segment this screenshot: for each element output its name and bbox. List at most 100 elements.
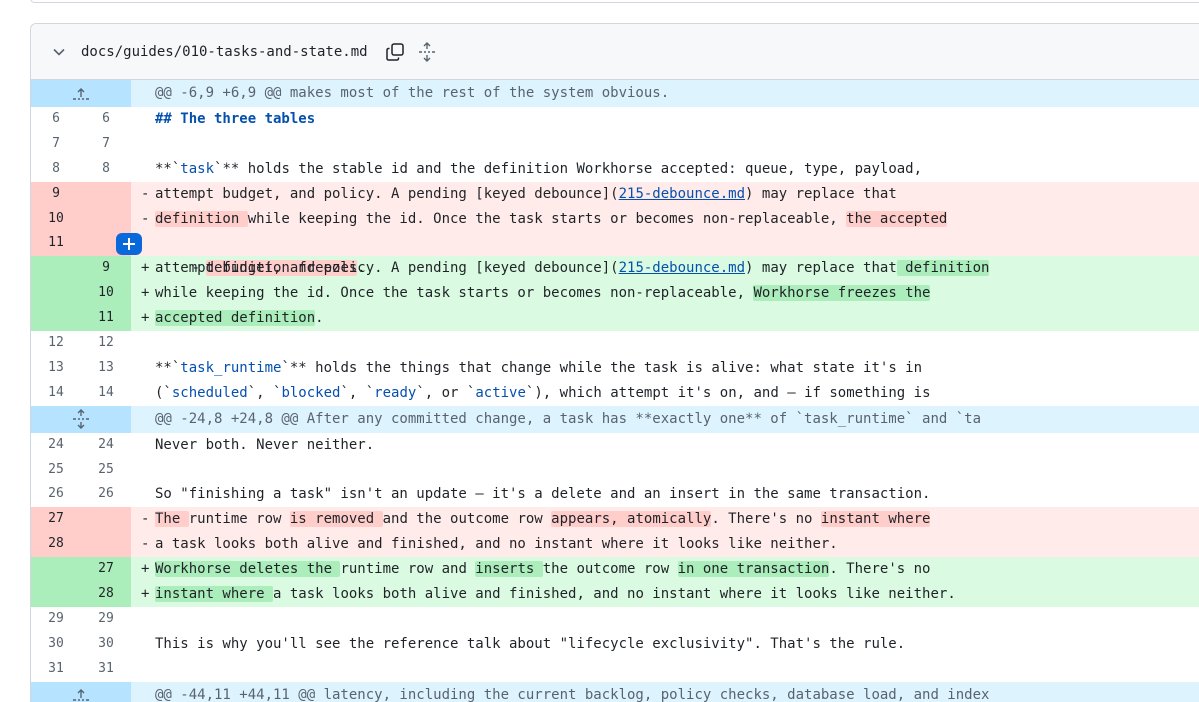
link[interactable]: 215-debounce.md [619, 260, 745, 276]
text-part: `** holds the stable id and the definiti… [214, 160, 923, 177]
new-line-number[interactable]: 6 [81, 107, 131, 132]
word-highlight: is removed [289, 511, 383, 528]
line-code: This is why you'll see the reference tal… [131, 632, 1199, 657]
line-code: - attempt budget, and policy. A pending [… [131, 182, 1199, 207]
new-line-number[interactable]: 14 [81, 381, 131, 406]
old-line-number[interactable]: 24 [31, 433, 81, 458]
line-code: - The runtime row is removed and the outc… [131, 507, 1199, 532]
new-line-number[interactable]: 26 [81, 482, 131, 507]
unfold-icon[interactable] [416, 41, 438, 63]
new-line-number[interactable]: 9 [81, 256, 131, 282]
added-line: 9 + attempt budget, and policy. A pending… [31, 256, 1199, 282]
hunk-text: @@ -6,9 +6,9 @@ makes most of the rest o… [155, 85, 670, 102]
old-line-number [31, 281, 81, 307]
old-line-number [31, 306, 81, 332]
text-part: . [315, 310, 324, 327]
old-line-number[interactable]: 28 [31, 532, 81, 558]
old-line-number[interactable]: 26 [31, 482, 81, 507]
word-highlight: in one transaction [677, 561, 830, 578]
diff-line: 31 31 [31, 657, 1199, 682]
code-span: ready [374, 384, 417, 401]
old-line-number[interactable]: 13 [31, 356, 81, 381]
link[interactable]: 215-debounce.md [619, 186, 745, 202]
added-line: 10 + while keeping the id. Once the task … [31, 281, 1199, 307]
chevron-down-icon[interactable] [51, 44, 67, 60]
unfold-icon[interactable] [31, 405, 131, 433]
code-span: scheduled [171, 384, 248, 401]
deleted-line: 11 - definition freezes. [31, 231, 1199, 277]
old-line-number [31, 582, 81, 607]
diff-sign: + [141, 310, 150, 327]
word-highlight: appears, atomically [551, 511, 712, 528]
file-path[interactable]: docs/guides/010-tasks-and-state.md [81, 44, 368, 60]
new-line-number[interactable]: 29 [81, 607, 131, 632]
new-line-number[interactable]: 7 [81, 132, 131, 157]
line-text: Never both. Never neither. [155, 436, 375, 453]
diff-sign: + [141, 260, 150, 277]
line-code: + instant where a task looks both alive a… [131, 582, 1199, 607]
new-line-number[interactable]: 25 [81, 458, 131, 483]
old-line-number[interactable]: 9 [31, 181, 81, 207]
diff-line: 6 6 ## The three tables [31, 107, 1199, 132]
diff-line: 26 26 So "finishing a task" isn't an upd… [31, 482, 1199, 507]
word-highlight: definition [896, 260, 990, 277]
text-part: `, ` [247, 384, 282, 401]
add-comment-button[interactable] [116, 233, 142, 256]
old-line-number[interactable]: 6 [31, 107, 81, 132]
new-line-number[interactable]: 24 [81, 433, 131, 458]
hunk-text: @@ -44,11 +44,11 @@ latency, including t… [155, 686, 990, 702]
line-code: + attempt budget, and policy. A pending [… [131, 256, 1199, 281]
word-highlight: inserts [475, 561, 543, 578]
old-line-number[interactable]: 7 [31, 132, 81, 157]
old-line-number[interactable]: 30 [31, 632, 81, 657]
copy-icon[interactable] [384, 41, 406, 63]
diff-sign: + [141, 561, 150, 578]
old-line-number[interactable]: 12 [31, 331, 81, 356]
new-line-number[interactable]: 10 [81, 281, 131, 307]
old-line-number[interactable]: 29 [31, 607, 81, 632]
new-line-number[interactable]: 8 [81, 157, 131, 182]
new-line-number[interactable]: 11 [81, 306, 131, 332]
text-part: while keeping the id. Once the task star… [155, 285, 754, 302]
line-code: - definition freezes. [116, 231, 1199, 277]
text-part: (` [155, 384, 172, 401]
old-line-number[interactable]: 27 [31, 507, 81, 533]
previous-file-card [30, 0, 1199, 3]
word-highlight: instant where [155, 586, 274, 603]
line-text: So "finishing a task" isn't an update — … [155, 486, 931, 503]
diff-line: 25 25 [31, 458, 1199, 483]
new-line-number[interactable]: 13 [81, 356, 131, 381]
code-span: active [475, 384, 526, 401]
added-line: 11 + accepted definition. [31, 306, 1199, 332]
diff-sign: - [141, 210, 150, 227]
deleted-line: 9 - attempt budget, and policy. A pending… [31, 181, 1199, 207]
text-part: `, ` [340, 384, 375, 401]
new-line-number[interactable]: 28 [81, 582, 131, 607]
diff-line: 7 7 [31, 132, 1199, 157]
deleted-line: 10 - definition while keeping the id. Onc… [31, 206, 1199, 232]
new-line-number[interactable]: 31 [81, 657, 131, 682]
expand-up-icon[interactable] [31, 681, 131, 702]
old-line-number[interactable]: 8 [31, 157, 81, 182]
old-line-number[interactable]: 31 [31, 657, 81, 682]
text-part: ) may replace that [745, 185, 897, 202]
line-code: - definition while keeping the id. Once t… [131, 207, 1199, 232]
diff-line: 24 24 Never both. Never neither. [31, 433, 1199, 458]
new-line-number[interactable]: 12 [81, 331, 131, 356]
new-line-number[interactable]: 30 [81, 632, 131, 657]
old-line-number[interactable]: 25 [31, 458, 81, 483]
text-part: runtime row and [340, 561, 476, 578]
old-line-number[interactable]: 10 [31, 206, 81, 232]
old-line-number [31, 256, 81, 282]
old-line-number[interactable]: 14 [31, 381, 81, 406]
diff-line: 14 14 (`scheduled`, `blocked`, `ready`, … [31, 381, 1199, 406]
diff-sign: - [141, 511, 150, 528]
expand-up-icon[interactable] [31, 80, 131, 107]
text-part: **` [155, 359, 181, 376]
text-part: while keeping the id. Once the task star… [247, 210, 847, 227]
line-code: So "finishing a task" isn't an update — … [131, 482, 1199, 507]
new-line-number[interactable]: 27 [81, 557, 131, 583]
line-code: (`scheduled`, `blocked`, `ready`, or `ac… [131, 381, 1199, 406]
old-line-number[interactable]: 11 [31, 231, 81, 257]
